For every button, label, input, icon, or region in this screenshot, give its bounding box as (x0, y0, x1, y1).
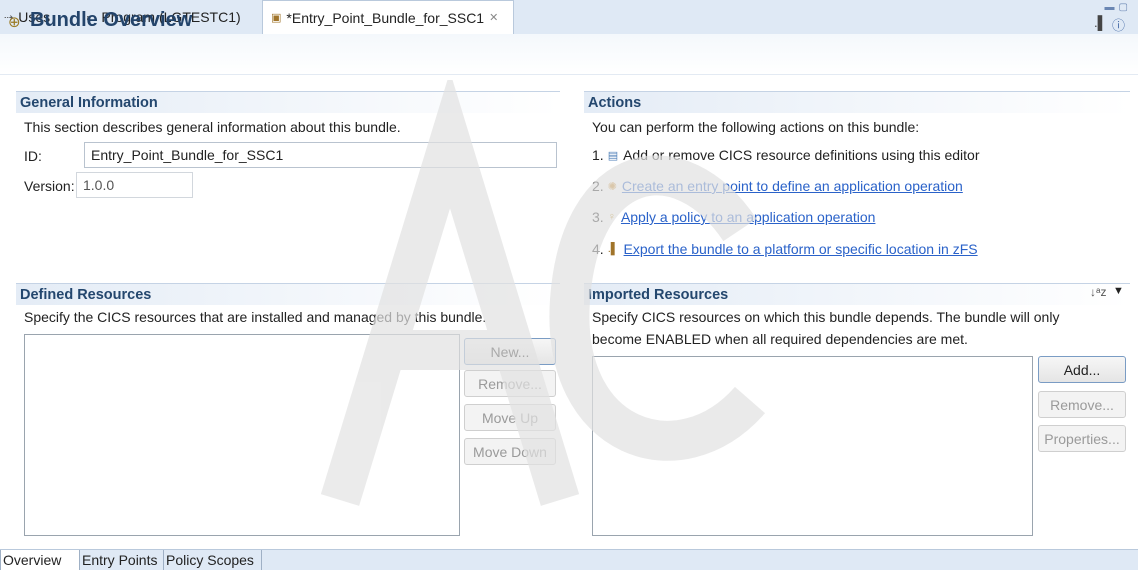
page-title: Bundle Overview (30, 9, 193, 31)
tab-overview[interactable]: Overview (0, 550, 80, 570)
add-button[interactable]: Add... (1038, 356, 1126, 383)
tab-entry-point-bundle[interactable]: ▣ *Entry_Point_Bundle_for_SSC1 ✕ (262, 0, 514, 34)
id-field[interactable] (84, 142, 557, 168)
action-item-4: 4. .▌ Export the bundle to a platform or… (592, 241, 978, 257)
move-up-button[interactable]: Move Up (464, 404, 556, 431)
actions-description: You can perform the following actions on… (592, 119, 920, 135)
editor-page-tabs: Overview Entry Points Policy Scopes (0, 549, 1138, 570)
sort-icon[interactable]: ↓ᵃz (1090, 285, 1106, 299)
action-number: 3. (592, 209, 604, 225)
version-field[interactable] (76, 172, 193, 198)
entry-point-icon: ✺ (607, 180, 617, 193)
tab-policy-scopes[interactable]: Policy Scopes (164, 550, 262, 570)
bundle-icon: ▣ (271, 12, 282, 24)
maximize-icon[interactable]: ▢ (1119, 2, 1132, 13)
actions-heading[interactable]: Actions (584, 91, 1130, 113)
defined-resources-list[interactable] (24, 334, 460, 536)
export-icon[interactable]: .▌ (1094, 15, 1107, 30)
view-menu-icon[interactable]: ▼ (1113, 285, 1124, 297)
action-number: 4. (592, 241, 604, 257)
imported-resources-description-1: Specify CICS resources on which this bun… (592, 309, 1060, 325)
resources-icon: ▤ (607, 149, 619, 162)
close-icon[interactable]: ✕ (489, 11, 498, 24)
general-description: This section describes general informati… (24, 119, 401, 135)
new-button[interactable]: New... (464, 338, 556, 365)
page-header (0, 34, 1138, 75)
export-icon: .▌ (607, 243, 619, 255)
tab-label: *Entry_Point_Bundle_for_SSC1 (286, 9, 485, 26)
imported-resources-list[interactable] (592, 356, 1033, 536)
bundle-overview-icon: ⊕ (8, 14, 21, 31)
general-information-heading[interactable]: General Information (16, 91, 560, 113)
remove-import-button[interactable]: Remove... (1038, 391, 1126, 418)
imported-resources-heading[interactable]: Imported Resources (584, 283, 1130, 305)
export-bundle-link[interactable]: Export the bundle to a platform or speci… (624, 241, 978, 257)
minimize-icon[interactable]: ▬ (1105, 2, 1119, 13)
tab-entry-points[interactable]: Entry Points (80, 550, 164, 570)
imported-resources-description-2: become ENABLED when all required depende… (592, 331, 968, 347)
action-item-2: 2. ✺ Create an entry point to define an … (592, 178, 963, 194)
defined-resources-heading[interactable]: Defined Resources (16, 283, 560, 305)
apply-policy-link[interactable]: Apply a policy to an application operati… (621, 209, 876, 225)
remove-resource-button[interactable]: Remove... (464, 370, 556, 397)
version-label: Version: (24, 178, 75, 194)
create-entry-point-link[interactable]: Create an entry point to define an appli… (622, 178, 963, 194)
action-item-3: 3. ♀ Apply a policy to an application op… (592, 209, 875, 225)
action-number: 1. (592, 147, 604, 163)
action-number: 2. (592, 178, 604, 194)
action-item-1: 1. ▤ Add or remove CICS resource definit… (592, 147, 980, 163)
policy-icon: ♀ (607, 211, 616, 223)
window-controls: ▬▢ (1105, 2, 1132, 13)
help-icon[interactable]: ⓘ (1112, 15, 1125, 34)
id-label: ID: (24, 148, 42, 164)
action-text: Add or remove CICS resource definitions … (623, 147, 980, 163)
move-down-button[interactable]: Move Down (464, 438, 556, 465)
properties-button[interactable]: Properties... (1038, 425, 1126, 452)
defined-resources-description: Specify the CICS resources that are inst… (24, 309, 487, 325)
